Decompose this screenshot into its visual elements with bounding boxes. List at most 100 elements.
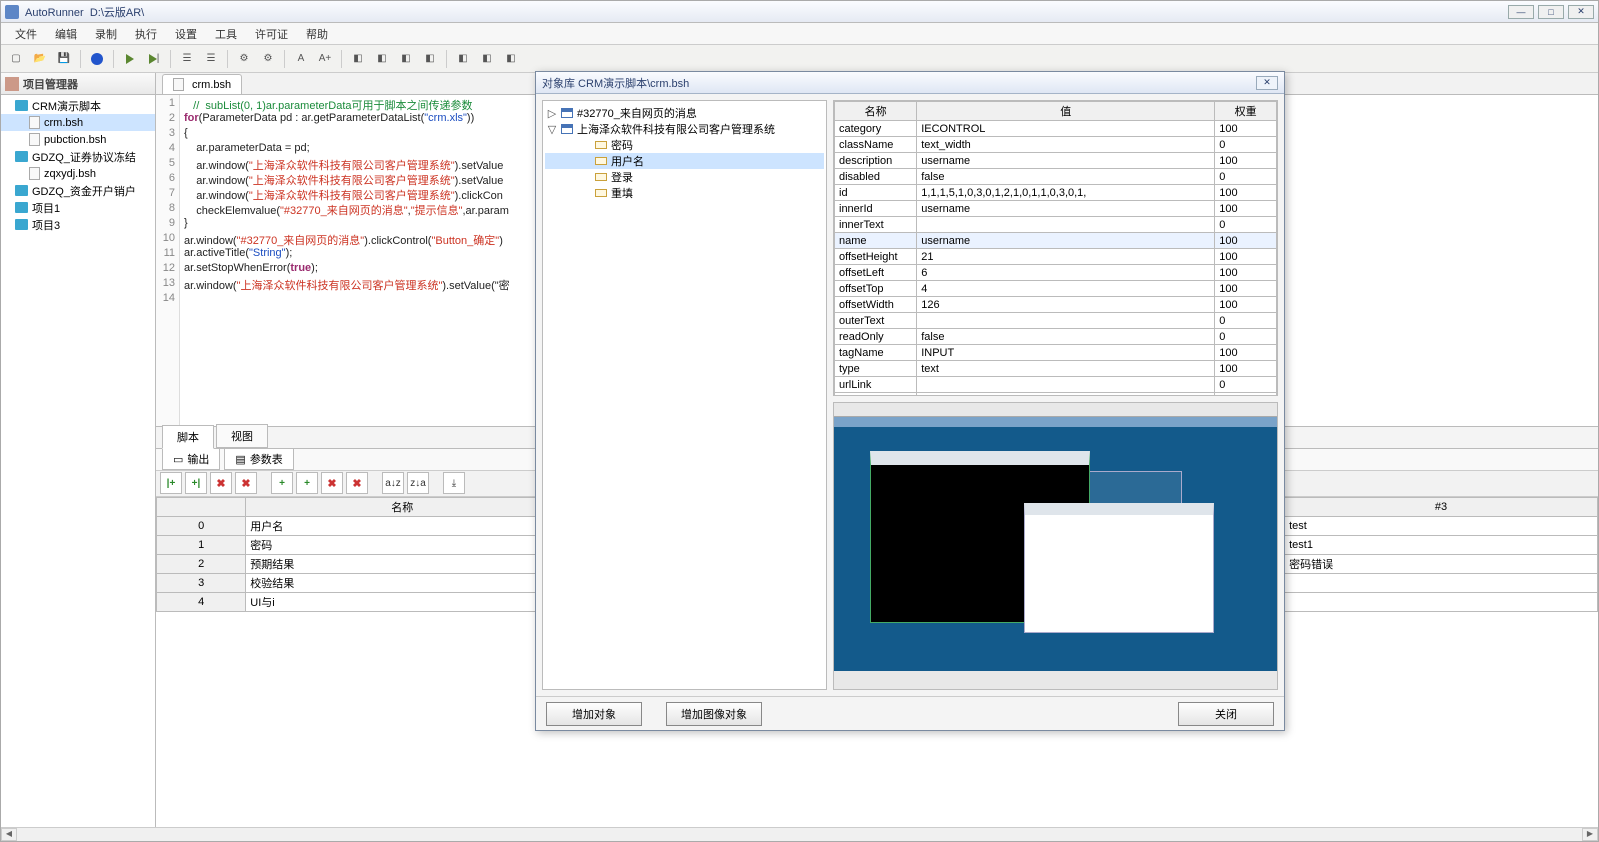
table-cell[interactable]: 校验结果 (246, 573, 559, 592)
sort-asc-icon[interactable]: a↓z (382, 472, 404, 494)
delete-row-icon[interactable]: ✖ (210, 472, 232, 494)
property-row[interactable]: value0 (835, 393, 1277, 397)
property-cell[interactable] (917, 217, 1215, 233)
property-row[interactable]: offsetTop4100 (835, 281, 1277, 297)
property-row[interactable]: disabledfalse0 (835, 169, 1277, 185)
param-header[interactable]: 名称 (246, 497, 559, 516)
property-cell[interactable]: 0 (1215, 137, 1277, 153)
property-cell[interactable]: 126 (917, 297, 1215, 313)
property-cell[interactable]: username (917, 201, 1215, 217)
property-cell[interactable]: className (835, 137, 917, 153)
property-cell[interactable]: 100 (1215, 201, 1277, 217)
property-cell[interactable]: 100 (1215, 361, 1277, 377)
table-cell[interactable]: 3 (157, 573, 246, 592)
prop-header[interactable]: 权重 (1215, 102, 1277, 121)
close-button[interactable]: 关闭 (1178, 702, 1274, 726)
property-cell[interactable]: 100 (1215, 185, 1277, 201)
object-tree-item[interactable]: 登录 (545, 169, 824, 185)
property-cell[interactable]: 0 (1215, 169, 1277, 185)
menu-record[interactable]: 录制 (87, 24, 125, 44)
table-cell[interactable] (1285, 573, 1598, 592)
property-row[interactable]: urlLink0 (835, 377, 1277, 393)
property-row[interactable]: nameusername100 (835, 233, 1277, 249)
import-icon[interactable]: ⤓ (443, 472, 465, 494)
save-icon[interactable]: 💾 (53, 48, 75, 70)
add-col-icon[interactable]: + (271, 472, 293, 494)
property-row[interactable]: descriptionusername100 (835, 153, 1277, 169)
property-cell[interactable]: offsetTop (835, 281, 917, 297)
tool-icon-7[interactable]: ◧ (347, 48, 369, 70)
expand-icon[interactable]: ▽ (547, 123, 557, 136)
dialog-close-icon[interactable]: ✕ (1256, 76, 1278, 90)
property-row[interactable]: typetext100 (835, 361, 1277, 377)
tool-icon-13[interactable]: ◧ (500, 48, 522, 70)
property-cell[interactable]: IECONTROL (917, 121, 1215, 137)
new-icon[interactable]: ▢ (5, 48, 27, 70)
delete-col-icon[interactable]: ✖ (321, 472, 343, 494)
close-button[interactable]: ✕ (1568, 5, 1594, 19)
property-cell[interactable] (917, 313, 1215, 329)
tool-icon-2[interactable]: ☰ (200, 48, 222, 70)
project-tree-file[interactable]: zqxydj.bsh (1, 165, 155, 182)
property-cell[interactable]: tagName (835, 345, 917, 361)
property-row[interactable]: innerText0 (835, 217, 1277, 233)
prop-header[interactable]: 值 (917, 102, 1215, 121)
record-icon[interactable] (86, 48, 108, 70)
property-cell[interactable]: offsetHeight (835, 249, 917, 265)
editor-tab[interactable]: crm.bsh (162, 74, 242, 94)
menu-file[interactable]: 文件 (7, 24, 45, 44)
add-row-end-icon[interactable]: +| (185, 472, 207, 494)
table-cell[interactable]: test1 (1285, 535, 1598, 554)
object-tree-item[interactable]: 重填 (545, 185, 824, 201)
project-tree-file[interactable]: crm.bsh (1, 114, 155, 131)
property-cell[interactable]: username (917, 153, 1215, 169)
property-cell[interactable]: 100 (1215, 297, 1277, 313)
scroll-right-icon[interactable]: ▶ (1582, 828, 1598, 841)
tab-view[interactable]: 视图 (216, 424, 268, 448)
property-cell[interactable]: 100 (1215, 121, 1277, 137)
object-tree-item[interactable]: ▽上海泽众软件科技有限公司客户管理系统 (545, 121, 824, 137)
menu-edit[interactable]: 编辑 (47, 24, 85, 44)
tab-script[interactable]: 脚本 (162, 425, 214, 449)
tool-icon-4[interactable]: ⚙ (257, 48, 279, 70)
status-scrollbar[interactable]: ◀ ▶ (1, 827, 1598, 841)
property-cell[interactable]: id (835, 185, 917, 201)
property-cell[interactable]: 100 (1215, 249, 1277, 265)
table-cell[interactable]: 预期结果 (246, 554, 559, 573)
step-icon[interactable]: | (143, 48, 165, 70)
property-cell[interactable]: outerText (835, 313, 917, 329)
menu-execute[interactable]: 执行 (127, 24, 165, 44)
tool-icon-9[interactable]: ◧ (395, 48, 417, 70)
menu-help[interactable]: 帮助 (298, 24, 336, 44)
property-cell[interactable]: readOnly (835, 329, 917, 345)
property-cell[interactable]: disabled (835, 169, 917, 185)
table-cell[interactable]: 4 (157, 592, 246, 611)
delete-all-rows-icon[interactable]: ✖ (235, 472, 257, 494)
property-row[interactable]: offsetLeft6100 (835, 265, 1277, 281)
property-cell[interactable]: false (917, 329, 1215, 345)
add-object-button[interactable]: 增加对象 (546, 702, 642, 726)
property-cell[interactable]: offsetLeft (835, 265, 917, 281)
property-cell[interactable]: name (835, 233, 917, 249)
property-row[interactable]: categoryIECONTROL100 (835, 121, 1277, 137)
table-cell[interactable]: 2 (157, 554, 246, 573)
property-cell[interactable] (917, 393, 1215, 397)
property-cell[interactable]: 0 (1215, 217, 1277, 233)
property-cell[interactable]: description (835, 153, 917, 169)
object-tree[interactable]: ▷#32770_来自网页的消息▽上海泽众软件科技有限公司客户管理系统密码用户名登… (542, 100, 827, 690)
open-icon[interactable]: 📂 (29, 48, 51, 70)
object-tree-item[interactable]: 用户名 (545, 153, 824, 169)
property-cell[interactable]: 0 (1215, 393, 1277, 397)
project-tree-folder[interactable]: CRM演示脚本 (1, 97, 155, 114)
tool-icon-8[interactable]: ◧ (371, 48, 393, 70)
table-cell[interactable] (1285, 592, 1598, 611)
property-cell[interactable]: 4 (917, 281, 1215, 297)
property-cell[interactable]: urlLink (835, 377, 917, 393)
property-row[interactable]: tagNameINPUT100 (835, 345, 1277, 361)
tool-icon-1[interactable]: ☰ (176, 48, 198, 70)
property-row[interactable]: classNametext_width0 (835, 137, 1277, 153)
expand-icon[interactable]: ▷ (547, 107, 557, 120)
property-cell[interactable]: 0 (1215, 329, 1277, 345)
property-cell[interactable]: 0 (1215, 313, 1277, 329)
table-cell[interactable]: test (1285, 516, 1598, 535)
